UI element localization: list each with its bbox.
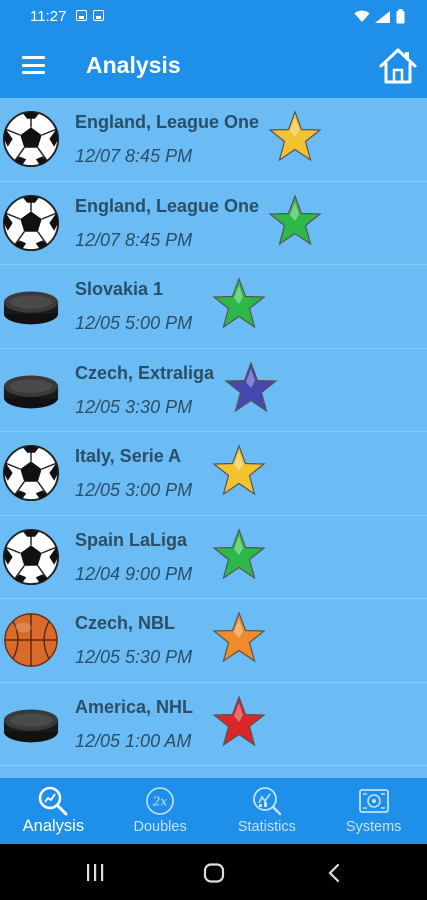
battery-icon: [396, 9, 405, 24]
tab-statistics[interactable]: Statistics: [214, 778, 321, 844]
list-item[interactable]: England, League One 12/07 8:45 PM: [0, 98, 427, 182]
bottom-navigation: Analysis 2x Doubles Statistics Systems: [0, 778, 427, 844]
app-bar: Analysis: [0, 32, 427, 98]
league-name: America, NHL: [75, 696, 194, 717]
league-name: Spain LaLiga: [75, 529, 188, 550]
star-icon[interactable]: [268, 193, 322, 248]
star-icon[interactable]: [224, 360, 278, 415]
tab-analysis[interactable]: Analysis: [0, 778, 107, 844]
league-name: Slovakia 1: [75, 279, 164, 299]
tab-systems[interactable]: Systems: [320, 778, 427, 844]
page-title: Analysis: [86, 52, 181, 78]
notification-icons: [76, 10, 104, 21]
match-datetime: 12/05 1:00 AM: [75, 730, 192, 751]
star-icon[interactable]: [212, 694, 266, 749]
systems-icon: [358, 789, 389, 813]
recent-apps-icon[interactable]: [86, 864, 104, 881]
analysis-icon: [39, 786, 68, 816]
star-icon[interactable]: [212, 527, 266, 582]
status-time: 11:27: [30, 8, 67, 25]
doubles-icon: 2x: [146, 787, 174, 815]
star-icon[interactable]: [212, 277, 266, 331]
back-button-icon[interactable]: [327, 863, 340, 883]
hamburger-menu-icon[interactable]: [22, 56, 45, 74]
hockey-puck-icon: [3, 291, 59, 325]
match-datetime: 12/04 9:00 PM: [75, 563, 193, 584]
statistics-icon: [252, 787, 282, 816]
league-name: Czech, NBL: [75, 613, 176, 633]
status-indicators: [354, 9, 405, 24]
tab-label: Statistics: [237, 819, 296, 835]
list-item[interactable]: Spain LaLiga 12/04 9:00 PM: [0, 516, 427, 599]
system-navigation-bar: [0, 844, 427, 900]
image-notification-icon: [93, 10, 104, 21]
match-datetime: 12/05 5:00 PM: [75, 313, 193, 333]
tab-label: Analysis: [22, 817, 85, 835]
tab-label: Systems: [345, 819, 402, 835]
star-icon[interactable]: [268, 110, 322, 164]
tab-label: Doubles: [133, 819, 187, 835]
star-icon[interactable]: [212, 611, 266, 665]
home-icon[interactable]: [378, 46, 418, 86]
list-item[interactable]: England, League One 12/07 8:45 PM: [0, 182, 427, 265]
league-name: England, League One: [75, 195, 260, 216]
svg-text:2x: 2x: [152, 795, 168, 809]
wifi-icon: [354, 10, 370, 22]
list-item[interactable]: Czech, NBL 12/05 5:30 PM: [0, 599, 427, 683]
match-datetime: 12/07 8:45 PM: [75, 229, 193, 250]
list-item[interactable]: Italy, Serie A 12/05 3:00 PM: [0, 432, 427, 516]
basketball-icon: [4, 613, 58, 667]
status-bar: 11:27: [0, 0, 427, 32]
league-name: England, League One: [75, 112, 260, 132]
league-name: Italy, Serie A: [75, 446, 182, 466]
home-button-icon[interactable]: [203, 863, 225, 883]
image-notification-icon: [76, 10, 87, 21]
soccer-ball-icon: [2, 110, 60, 168]
list-item[interactable]: Czech, Extraliga 12/05 3:30 PM: [0, 349, 427, 432]
match-datetime: 12/05 5:30 PM: [75, 647, 193, 667]
soccer-ball-icon: [2, 528, 60, 585]
list-item[interactable]: America, NHL 12/05 1:00 AM: [0, 683, 427, 766]
match-datetime: 12/05 3:30 PM: [75, 396, 193, 417]
hockey-puck-icon: [3, 375, 59, 408]
match-datetime: 12/07 8:45 PM: [75, 146, 193, 166]
soccer-ball-icon: [2, 194, 60, 251]
tab-doubles[interactable]: 2x Doubles: [107, 778, 214, 844]
star-icon[interactable]: [212, 444, 266, 498]
analysis-list[interactable]: England, League One 12/07 8:45 PM Englan…: [0, 98, 427, 778]
hockey-puck-icon: [3, 709, 59, 742]
match-datetime: 12/05 3:00 PM: [75, 480, 193, 500]
soccer-ball-icon: [2, 444, 60, 502]
signal-icon: [375, 10, 390, 23]
league-name: Czech, Extraliga: [75, 362, 215, 383]
list-item[interactable]: Slovakia 1 12/05 5:00 PM: [0, 265, 427, 349]
